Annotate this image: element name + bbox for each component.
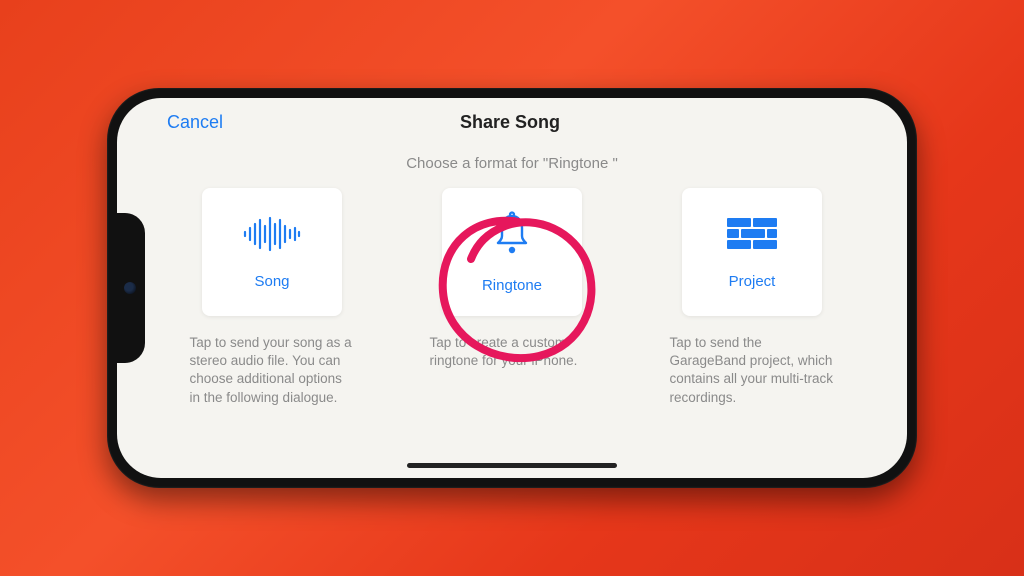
subtitle: Choose a format for "Ringtone "	[117, 155, 907, 172]
card-project[interactable]: Project	[682, 188, 822, 316]
card-ringtone-wrap: Ringtone Tap to create a custom ringtone…	[422, 188, 602, 407]
card-ringtone-desc: Tap to create a custom ringtone for your…	[430, 334, 595, 370]
camera-icon	[124, 282, 136, 294]
screen: Cancel Share Song Choose a format for "R…	[117, 98, 907, 478]
card-ringtone[interactable]: Ringtone	[442, 188, 582, 316]
waveform-icon	[241, 214, 303, 259]
page-title: Share Song	[163, 112, 857, 133]
card-song-wrap: Song Tap to send your song as a stereo a…	[182, 188, 362, 407]
phone-frame: Cancel Share Song Choose a format for "R…	[107, 88, 917, 488]
format-cards: Song Tap to send your song as a stereo a…	[117, 188, 907, 407]
notch	[117, 213, 145, 363]
card-project-label: Project	[729, 273, 776, 290]
card-song-label: Song	[254, 273, 289, 290]
card-song[interactable]: Song	[202, 188, 342, 316]
bell-icon	[488, 210, 536, 263]
header-bar: Cancel Share Song	[117, 98, 907, 137]
brick-icon	[725, 214, 779, 259]
home-indicator[interactable]	[407, 463, 617, 468]
card-ringtone-label: Ringtone	[482, 277, 542, 294]
card-project-desc: Tap to send the GarageBand project, whic…	[670, 334, 835, 407]
card-project-wrap: Project Tap to send the GarageBand proje…	[662, 188, 842, 407]
card-song-desc: Tap to send your song as a stereo audio …	[190, 334, 355, 407]
